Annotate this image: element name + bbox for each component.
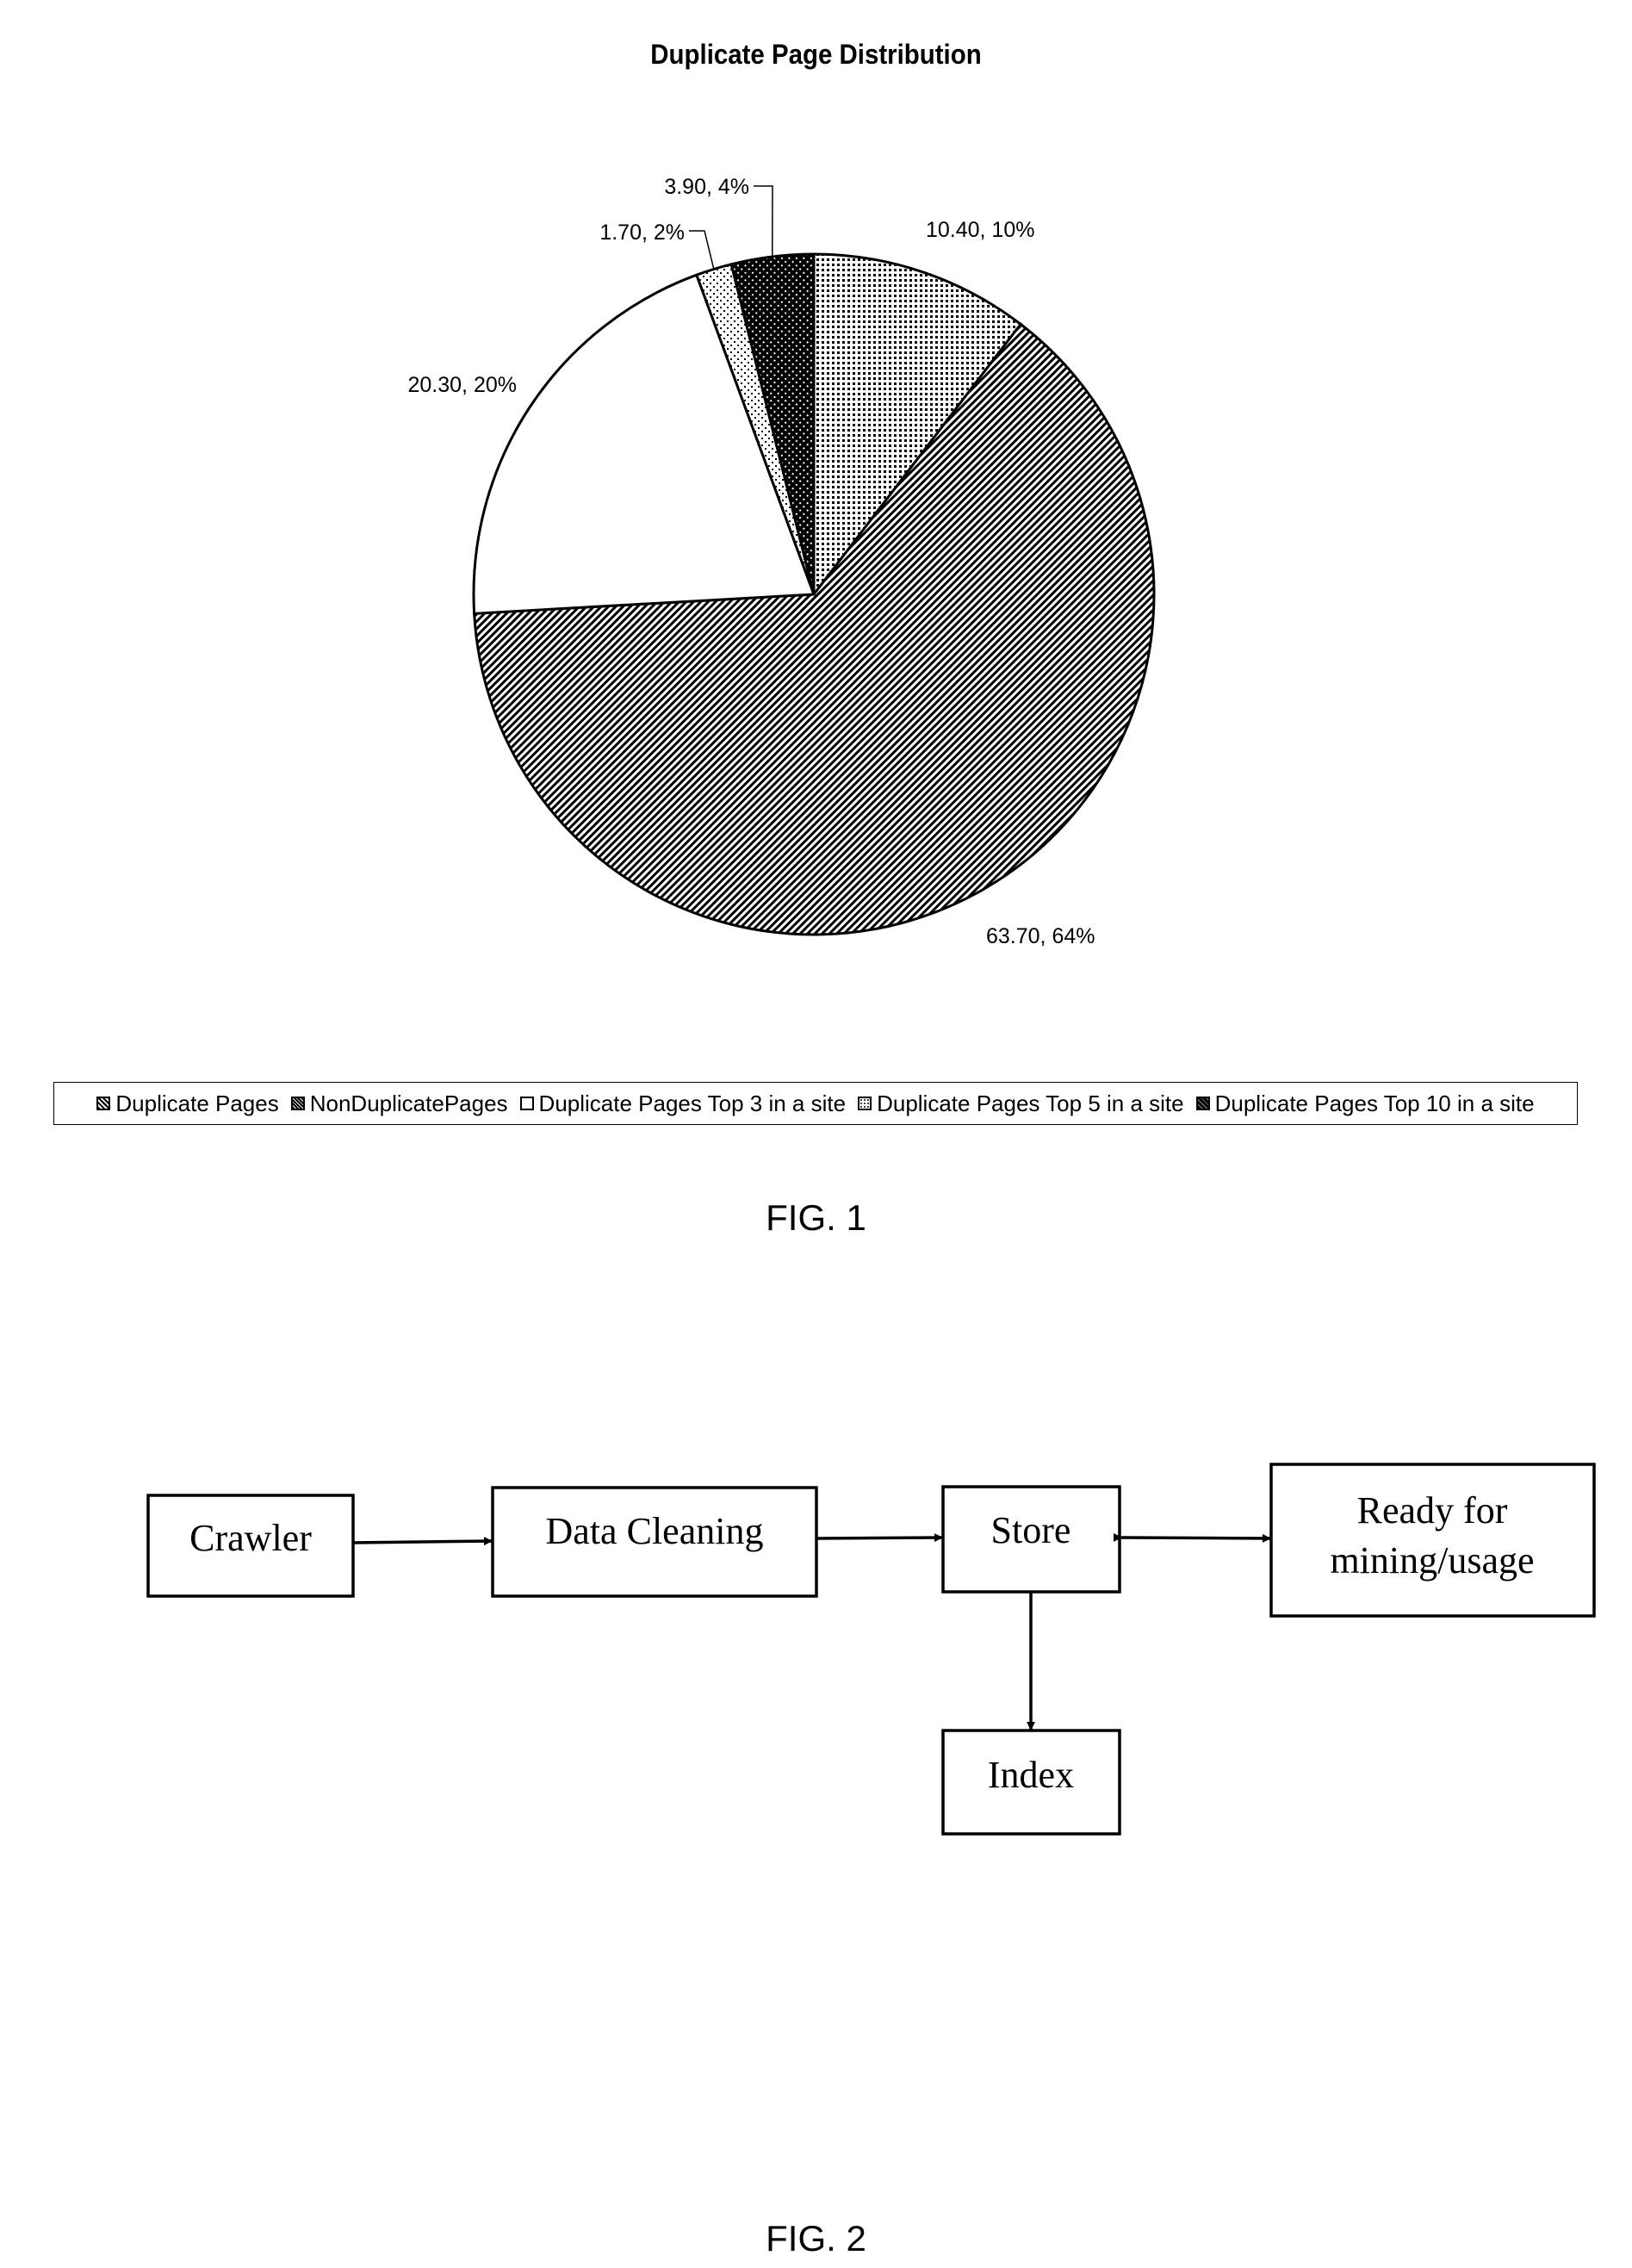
node-index: Index — [941, 1729, 1121, 1836]
edge-crawler-to-cleaning — [352, 1537, 493, 1546]
figure-2-caption: FIG. 2 — [766, 2218, 866, 2259]
node-data-cleaning-label: Data Cleaning — [546, 1510, 764, 1552]
flow-diagram: Crawler Data Cleaning Store Ready for mi… — [146, 1463, 1596, 1836]
node-crawler-label: Crawler — [189, 1517, 312, 1559]
node-ready-label-line2: mining/usage — [1330, 1539, 1534, 1581]
node-index-label: Index — [988, 1754, 1074, 1796]
node-ready-for-mining: Ready for mining/usage — [1269, 1463, 1596, 1618]
node-data-cleaning: Data Cleaning — [491, 1486, 818, 1598]
node-store: Store — [941, 1485, 1121, 1594]
node-ready-label-line1: Ready for — [1357, 1489, 1508, 1532]
node-store-label: Store — [991, 1509, 1071, 1551]
node-crawler: Crawler — [146, 1494, 355, 1598]
